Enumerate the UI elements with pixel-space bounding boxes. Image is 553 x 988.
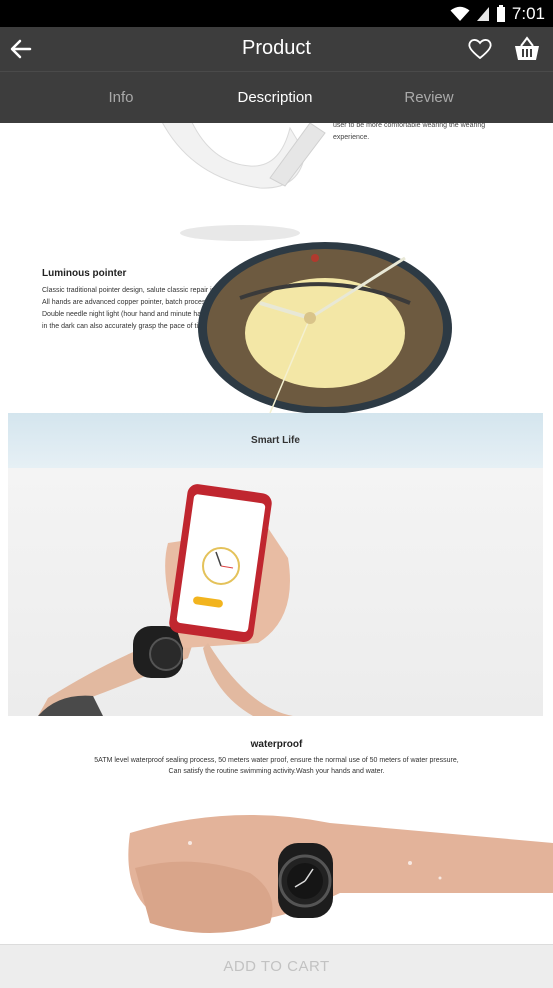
wifi-icon — [450, 6, 470, 21]
status-bar: 7:01 — [0, 0, 553, 27]
watch-strap-image — [162, 123, 326, 241]
waterproof-title: waterproof — [250, 739, 303, 750]
heart-icon[interactable] — [467, 37, 493, 61]
signal-icon — [476, 7, 489, 21]
status-time: 7:01 — [511, 4, 545, 23]
strap-description: user to be more comfortable wearing the … — [333, 123, 486, 141]
smart-life-banner: Smart Life — [8, 413, 543, 478]
luminous-title: Luminous pointer — [42, 268, 127, 279]
add-to-cart-bar[interactable]: ADD TO CART — [0, 944, 553, 988]
basket-icon[interactable] — [513, 36, 541, 62]
tab-description[interactable]: Description — [237, 89, 312, 106]
smart-life-image — [8, 468, 543, 716]
description-content[interactable]: user to be more comfortable wearing the … — [0, 123, 553, 944]
add-to-cart-button[interactable]: ADD TO CART — [0, 958, 553, 975]
tab-review[interactable]: Review — [404, 89, 453, 106]
waterproof-line-1: 5ATM level waterproof sealing process, 5… — [94, 757, 459, 764]
watch-dial-image — [198, 242, 452, 413]
app-bar: Product — [0, 27, 553, 71]
battery-icon — [496, 5, 505, 22]
waterproof-line-2: Can satisfy the routine swimming activit… — [168, 768, 385, 775]
tab-bar: Info Description Review — [0, 71, 553, 123]
tab-info[interactable]: Info — [108, 89, 133, 106]
smart-life-title: Smart Life — [251, 435, 300, 446]
waterproof-hands-image — [128, 815, 553, 933]
